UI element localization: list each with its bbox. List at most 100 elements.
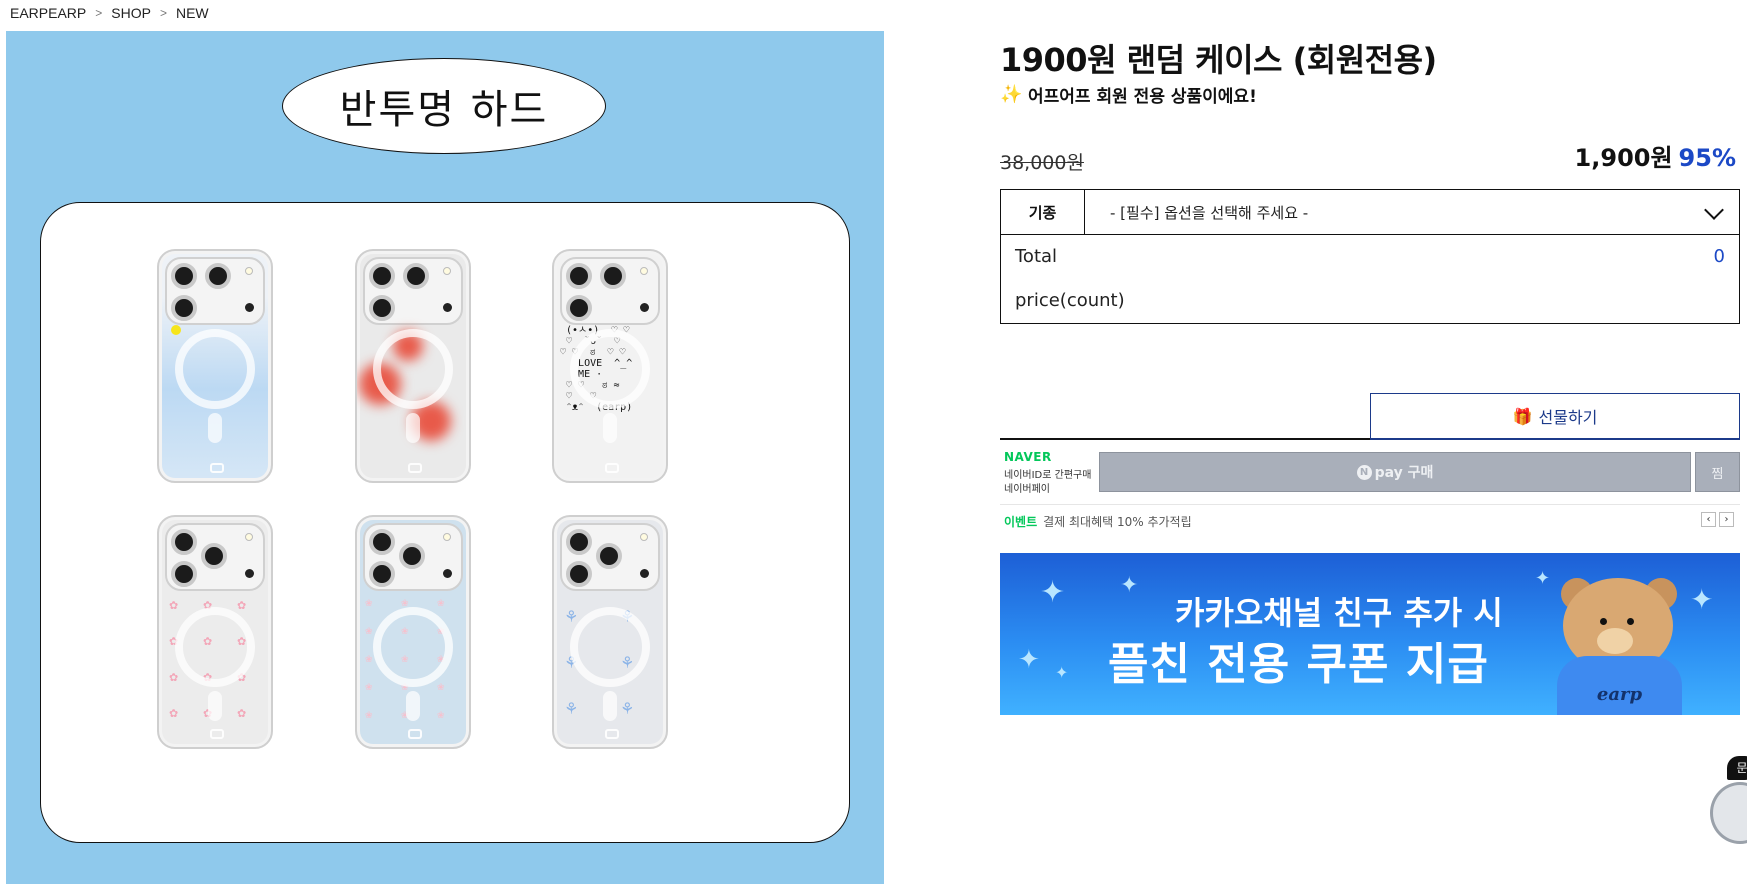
case-card: (•ㅅ•) ♡ ♡ ♡ ˘ᴗ˘ ♡ ♡ ♡ ಠ ♡ ♡ LOVE ^_^ ME … — [40, 202, 850, 843]
wishlist-button[interactable]: 찜 — [1695, 452, 1740, 492]
banner-line2: 플친 전용 쿠폰 지급 — [1108, 639, 1489, 690]
pink-bow: ✿ — [169, 707, 179, 720]
blue-bow: ⚘ — [620, 699, 635, 718]
helper-avatar — [1710, 782, 1747, 844]
member-note: ✨ 어프어프 회원 전용 상품이에요! — [1000, 82, 1257, 107]
event-tag: 이벤트 — [1004, 515, 1038, 529]
breadcrumb-shop[interactable]: SHOP — [111, 5, 151, 21]
gift-icon: 🎁 — [1512, 406, 1533, 426]
bear-mascot: earp — [1545, 578, 1705, 715]
event-next-button[interactable]: › — [1719, 512, 1734, 527]
blue-bow-case: ⚘ ⚘ ⚘ ⚘ ⚘ ⚘ — [552, 515, 668, 749]
camera-lens — [600, 263, 626, 289]
original-price: 38,000원 — [1000, 152, 1084, 174]
floating-chat-helper[interactable]: 문 — [1710, 756, 1747, 856]
yellow-dot — [171, 325, 181, 335]
gift-button-label: 선물하기 — [1538, 408, 1598, 427]
product-image: 반투명 하드 (•ㅅ•) ♡ ♡ ♡ ˘ᴗ˘ ♡ ♡ ♡ ಠ ♡ ♡ LOVE … — [6, 31, 884, 884]
sale-price: 1,900원 — [1574, 144, 1673, 172]
earp-logo-icon — [605, 463, 619, 473]
earp-logo-icon — [210, 463, 224, 473]
star-icon: ✦ — [1040, 575, 1066, 610]
magsafe-ring — [570, 607, 650, 687]
chevron-down-icon — [1704, 200, 1724, 220]
naver-pay-button[interactable]: N pay 구매 — [1099, 452, 1691, 492]
ribbon-pattern: ❀ — [365, 711, 373, 721]
bear-hoodie: earp — [1557, 656, 1682, 715]
camera-lens — [369, 529, 395, 555]
doodle-case: (•ㅅ•) ♡ ♡ ♡ ˘ᴗ˘ ♡ ♡ ♡ ಠ ♡ ♡ LOVE ^_^ ME … — [552, 249, 668, 483]
camera-lens — [171, 263, 197, 289]
camera-lens — [566, 561, 592, 587]
magsafe-ring — [373, 329, 453, 409]
camera-flash — [640, 533, 648, 541]
option-box: 기종 - [필수] 옵션을 선택해 주세요 - Total 0 price(co… — [1000, 189, 1740, 324]
pink-bow: ✿ — [169, 599, 179, 612]
bear-eye — [1627, 618, 1634, 625]
bear-eye — [1600, 618, 1607, 625]
breadcrumb-earpearp[interactable]: EARPEARP — [10, 5, 86, 21]
option-select[interactable]: - [필수] 옵션을 선택해 주세요 - — [1085, 190, 1739, 234]
magsafe-tail — [603, 413, 617, 443]
total-value: 0 — [1713, 246, 1725, 267]
earp-logo-icon — [408, 729, 422, 739]
magsafe-ring — [570, 329, 650, 409]
camera-lens — [566, 529, 592, 555]
option-label: 기종 — [1001, 190, 1085, 234]
ribbon-pattern: ❀ — [365, 655, 373, 665]
tomato-case — [355, 249, 471, 483]
kakao-channel-banner[interactable]: ✦ ✦ ✦ ✦ ✦ ✦ 카카오채널 친구 추가 시 플친 전용 쿠폰 지급 ea… — [1000, 553, 1740, 715]
naver-pay-button-label: pay 구매 — [1374, 465, 1434, 481]
ribbon-pattern: ❀ — [365, 683, 373, 693]
camera-lens — [566, 295, 592, 321]
earp-logo-icon — [605, 729, 619, 739]
ribbon-pattern: ❀ — [437, 599, 445, 609]
breadcrumb-separator: > — [159, 6, 167, 20]
helper-bubble: 문 — [1727, 756, 1747, 780]
ribbon-pattern: ❀ — [365, 627, 373, 637]
sensor-dot — [245, 569, 254, 578]
camera-lens — [369, 263, 395, 289]
image-title-oval: 반투명 하드 — [282, 58, 606, 154]
sky-ribbon-case: ❀ ❀ ❀ ❀ ❀ ❀ ❀ ❀ ❀ ❀ ❀ ❀ ❀ ❀ ❀ — [355, 515, 471, 749]
magsafe-tail — [208, 691, 222, 721]
camera-lens — [171, 561, 197, 587]
discount-rate: 95% — [1678, 144, 1736, 172]
total-label: Total — [1015, 246, 1058, 267]
camera-flash — [245, 267, 253, 275]
breadcrumb-new[interactable]: NEW — [176, 5, 209, 21]
camera-lens — [566, 263, 592, 289]
naver-logo: NAVER — [1004, 450, 1052, 464]
sensor-dot — [640, 569, 649, 578]
ribbon-pattern: ❀ — [365, 599, 373, 609]
magsafe-tail — [208, 413, 222, 443]
magsafe-ring — [175, 329, 255, 409]
gift-button[interactable]: 🎁 선물하기 — [1370, 393, 1740, 440]
sale-price-group: 1,900원 95% — [1575, 138, 1736, 173]
star-icon: ✦ — [1055, 663, 1069, 682]
camera-module — [165, 523, 265, 591]
camera-flash — [443, 533, 451, 541]
option-row: 기종 - [필수] 옵션을 선택해 주세요 - — [1001, 190, 1739, 235]
sensor-dot — [443, 303, 452, 312]
total-sub-label: price(count) — [1015, 290, 1125, 311]
breadcrumb: EARPEARP > SHOP > NEW — [10, 5, 209, 21]
star-icon: ✦ — [1120, 573, 1139, 598]
blue-blur-case — [157, 249, 273, 483]
sparkle-icon: ✨ — [1000, 84, 1023, 105]
magsafe-tail — [603, 691, 617, 721]
camera-lens — [205, 263, 231, 289]
naver-pay-line1: 네이버ID로 간편구매 — [1004, 470, 1092, 481]
blue-bow: ⚘ — [564, 699, 579, 718]
pink-bow: ✿ — [237, 707, 247, 720]
divider — [1000, 438, 1370, 440]
sensor-dot — [443, 569, 452, 578]
pink-bow: ✿ — [169, 671, 179, 684]
event-notice: 이벤트 결제 최대혜택 10% 추가적립 — [1004, 513, 1192, 530]
camera-lens — [201, 543, 227, 569]
event-prev-button[interactable]: ‹ — [1701, 512, 1716, 527]
divider — [1000, 504, 1740, 505]
camera-lens — [369, 295, 395, 321]
option-placeholder: - [필수] 옵션을 선택해 주세요 - — [1110, 203, 1309, 222]
camera-flash — [443, 267, 451, 275]
